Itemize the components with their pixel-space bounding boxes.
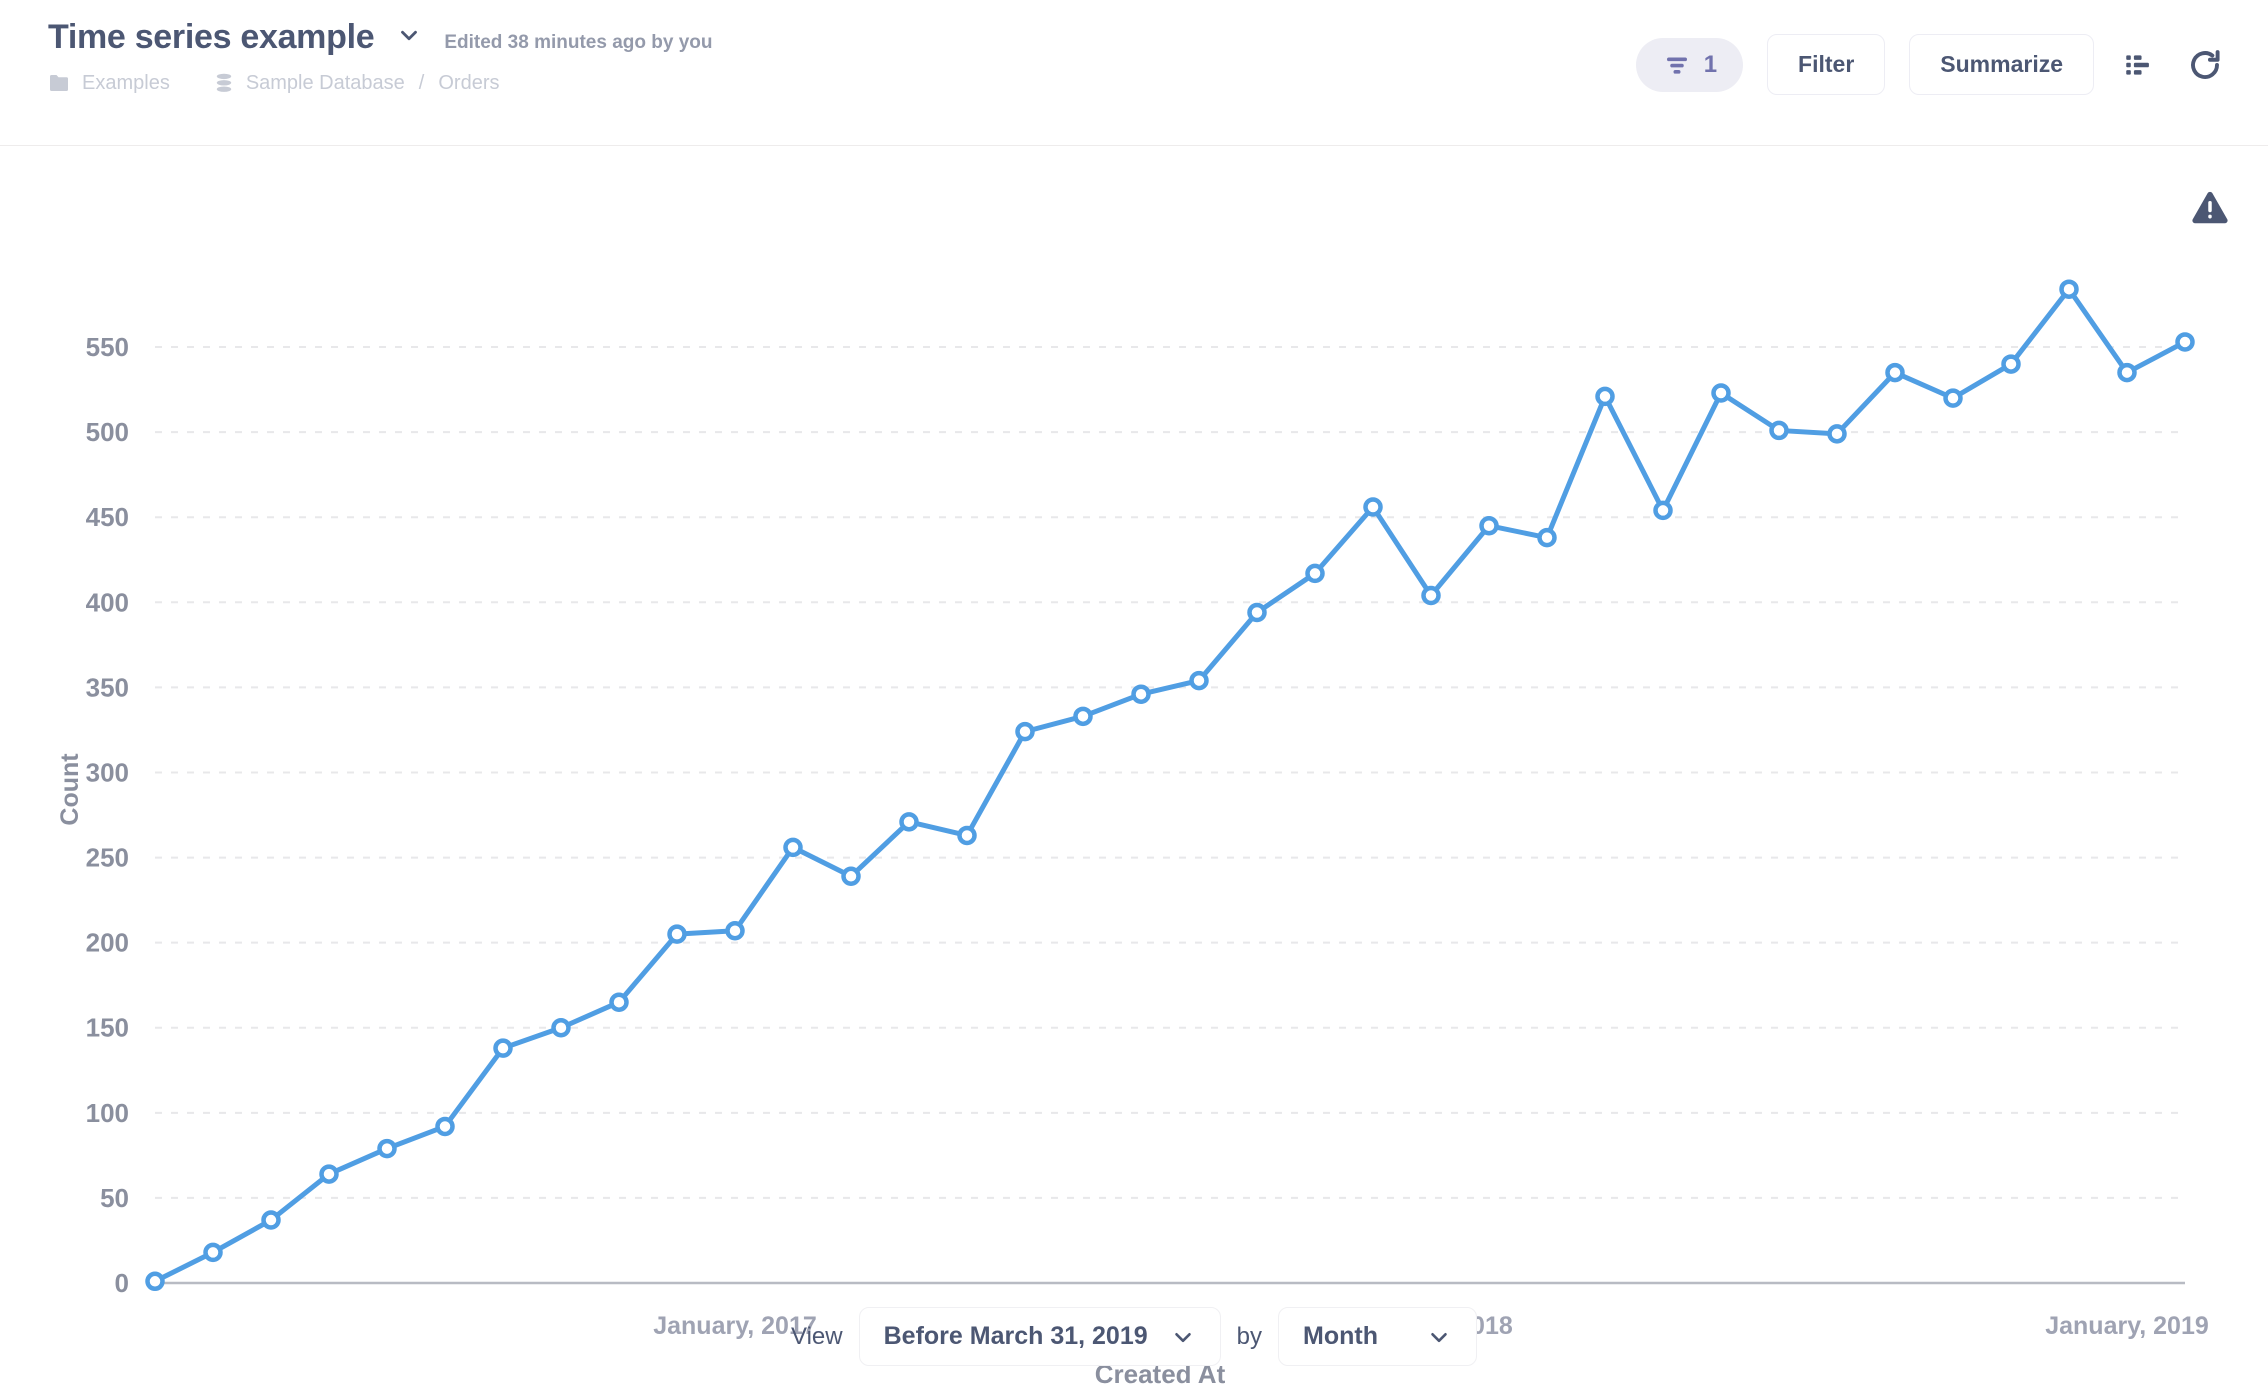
breadcrumb-separator: / [418, 71, 425, 94]
svg-text:0: 0 [115, 1268, 129, 1298]
chevron-down-icon [1170, 1324, 1196, 1350]
chevron-down-icon[interactable] [392, 18, 426, 52]
filter-count-label: 1 [1703, 50, 1718, 78]
svg-text:450: 450 [86, 502, 129, 532]
view-label: View [791, 1322, 843, 1350]
table-view-icon[interactable] [2118, 44, 2160, 86]
folder-icon [48, 71, 72, 95]
last-edited-info: Edited 38 minutes ago by you [444, 32, 713, 53]
svg-text:400: 400 [86, 587, 129, 617]
page-title[interactable]: Time series example [48, 18, 375, 57]
svg-text:500: 500 [86, 417, 129, 447]
header-toolbar: 1 Filter Summarize [1635, 34, 2226, 95]
date-range-value: Before March 31, 2019 [883, 1322, 1148, 1350]
svg-text:Count: Count [56, 753, 84, 826]
breadcrumb: Examples Sample Database / Orders [48, 71, 713, 95]
database-icon [212, 71, 236, 95]
chart-container: 0 50 100 150 200 250 300 350 400 450 500 550 Count Ja… [0, 146, 2268, 1394]
svg-text:250: 250 [86, 843, 129, 873]
title-row: Time series example Edited 38 minutes ag… [48, 18, 713, 57]
refresh-icon[interactable] [2184, 44, 2226, 86]
by-label: by [1236, 1322, 1262, 1350]
date-range-select[interactable]: Before March 31, 2019 [858, 1307, 1221, 1366]
question-header: Time series example Edited 38 minutes ag… [0, 0, 2268, 146]
time-series-footer-controls: View Before March 31, 2019 by Month [0, 1307, 2268, 1366]
svg-text:50: 50 [100, 1183, 129, 1213]
chevron-down-icon [1426, 1324, 1452, 1350]
warning-triangle-icon[interactable] [2188, 186, 2232, 235]
breadcrumb-table[interactable]: Orders [438, 72, 499, 95]
svg-text:200: 200 [86, 928, 129, 958]
filter-count-badge[interactable]: 1 [1635, 37, 1744, 92]
summarize-button[interactable]: Summarize [1909, 34, 2094, 95]
bucket-select[interactable]: Month [1278, 1307, 1477, 1366]
svg-text:100: 100 [86, 1098, 129, 1128]
svg-text:550: 550 [86, 332, 129, 362]
filter-button[interactable]: Filter [1767, 34, 1886, 95]
svg-text:350: 350 [86, 672, 129, 702]
svg-text:150: 150 [86, 1013, 129, 1043]
header-left-group: Time series example Edited 38 minutes ag… [48, 18, 713, 95]
breadcrumb-collection[interactable]: Examples [82, 72, 170, 95]
time-series-line-chart[interactable]: 050100150200250300350400450500550CountJa… [0, 146, 2268, 1394]
svg-text:300: 300 [86, 757, 129, 787]
filter-icon [1662, 50, 1692, 80]
bucket-value: Month [1303, 1322, 1378, 1350]
breadcrumb-database[interactable]: Sample Database [246, 72, 405, 95]
